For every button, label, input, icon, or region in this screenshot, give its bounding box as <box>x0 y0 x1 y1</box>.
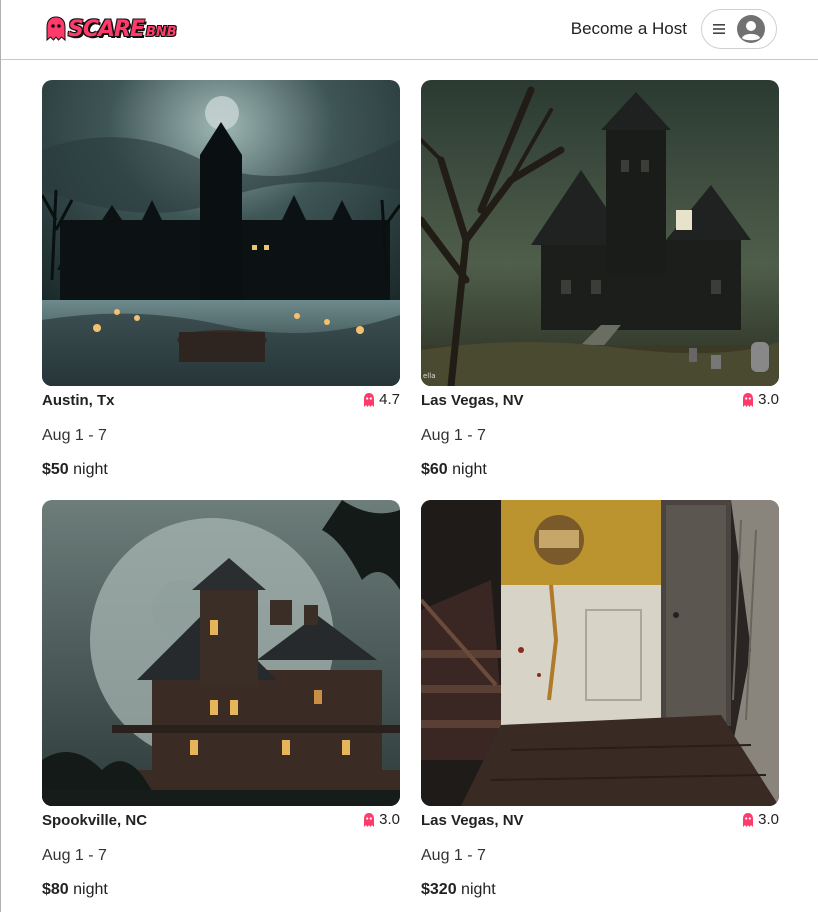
price-unit: night <box>452 461 487 478</box>
logo-suffix: BNB <box>146 24 177 40</box>
listing-photo[interactable] <box>42 80 400 386</box>
become-host-link[interactable]: Become a Host <box>571 19 687 39</box>
price-unit: night <box>73 881 108 898</box>
listing-dates: Aug 1 - 7 <box>421 847 486 864</box>
listing-rating: 3.0 <box>363 811 400 828</box>
listing-location: Las Vegas, NV <box>421 812 524 829</box>
price-unit: night <box>461 881 496 898</box>
user-menu-button[interactable] <box>701 9 777 49</box>
rating-value: 3.0 <box>758 391 779 408</box>
price-unit: night <box>73 461 108 478</box>
app-window: SCARE BNB Become a Host Austin, Tx 4.7 A… <box>0 0 818 912</box>
listing-dates: Aug 1 - 7 <box>42 427 107 444</box>
listing-card[interactable]: ella Las Vegas, NV 3.0 Aug 1 - 7 $60 nig… <box>421 80 779 490</box>
svg-text:ella: ella <box>423 372 436 380</box>
ghost-icon <box>743 392 754 407</box>
hamburger-menu-icon <box>713 24 725 34</box>
top-navbar: SCARE BNB Become a Host <box>1 0 818 60</box>
listing-dates: Aug 1 - 7 <box>421 427 486 444</box>
price-amount: $60 <box>421 461 448 478</box>
listing-location: Spookville, NC <box>42 812 148 829</box>
ghost-icon <box>46 16 66 42</box>
price-amount: $320 <box>421 881 457 898</box>
logo-text: SCARE <box>68 16 145 42</box>
listing-dates: Aug 1 - 7 <box>42 847 107 864</box>
rating-value: 4.7 <box>379 391 400 408</box>
listing-rating: 4.7 <box>363 391 400 408</box>
listing-rating: 3.0 <box>742 811 779 828</box>
listing-location: Austin, Tx <box>42 392 115 409</box>
listing-card[interactable]: Austin, Tx 4.7 Aug 1 - 7 $50 night <box>42 80 400 490</box>
listing-price: $320 night <box>421 881 496 899</box>
listing-photo[interactable] <box>42 500 400 806</box>
ghost-icon <box>364 812 375 827</box>
listing-card[interactable]: Las Vegas, NV 3.0 Aug 1 - 7 $320 night <box>421 500 779 910</box>
listing-photo[interactable] <box>421 500 779 806</box>
price-amount: $80 <box>42 881 69 898</box>
listing-price: $50 night <box>42 461 108 479</box>
ghost-icon <box>743 812 754 827</box>
rating-value: 3.0 <box>758 811 779 828</box>
brand-logo[interactable]: SCARE BNB <box>45 14 177 44</box>
listing-price: $60 night <box>421 461 487 479</box>
price-amount: $50 <box>42 461 69 478</box>
listing-photo[interactable]: ella <box>421 80 779 386</box>
listing-card[interactable]: Spookville, NC 3.0 Aug 1 - 7 $80 night <box>42 500 400 910</box>
rating-value: 3.0 <box>379 811 400 828</box>
user-avatar-icon <box>737 15 765 43</box>
ghost-icon <box>364 392 375 407</box>
listing-price: $80 night <box>42 881 108 899</box>
listing-rating: 3.0 <box>742 391 779 408</box>
listing-location: Las Vegas, NV <box>421 392 524 409</box>
